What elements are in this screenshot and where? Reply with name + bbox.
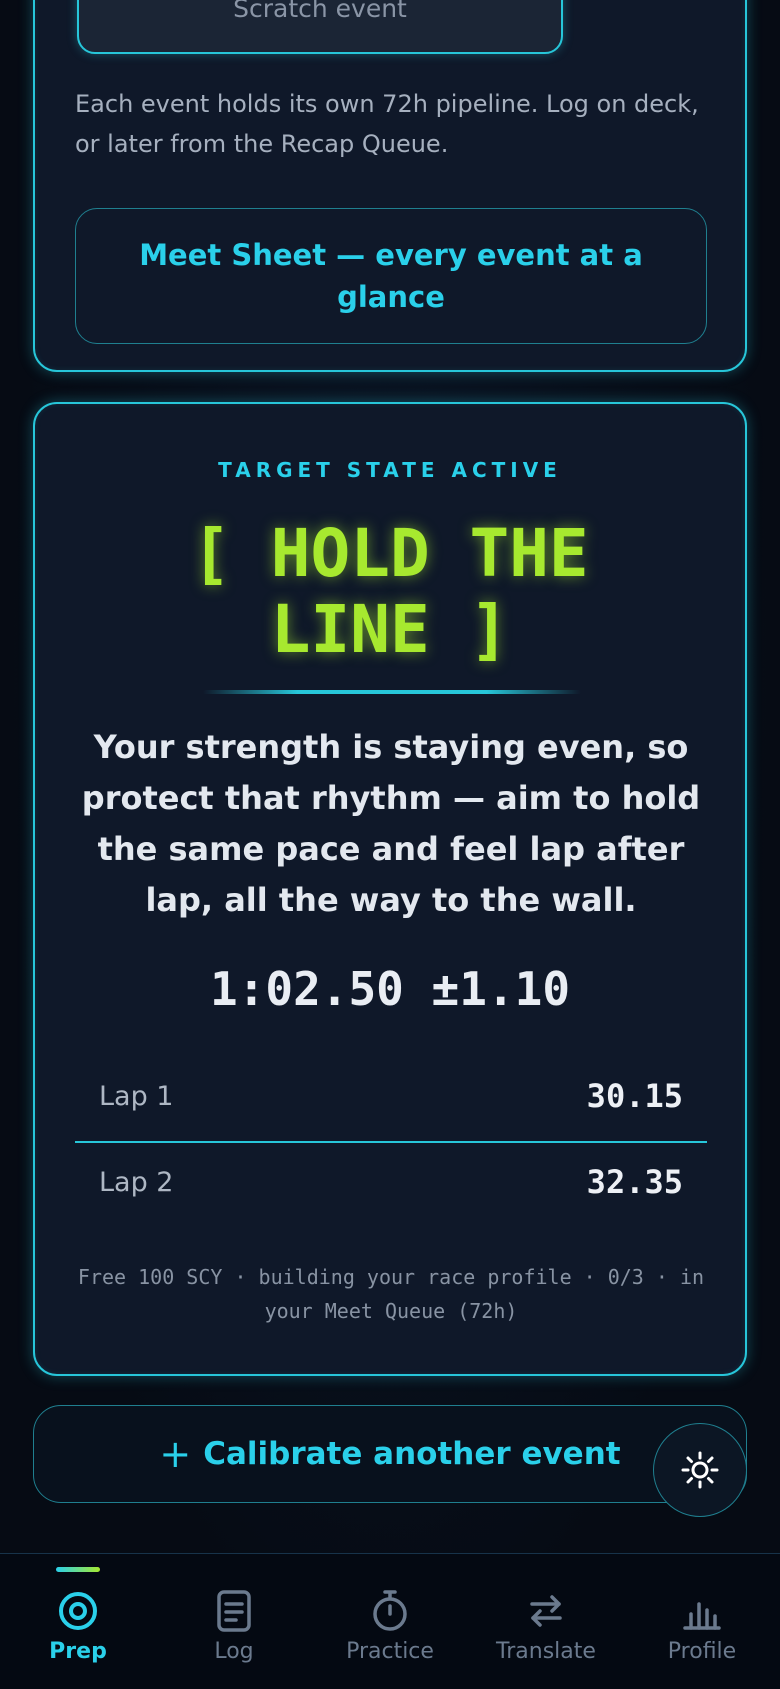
bar-chart-icon <box>683 1602 721 1630</box>
document-icon <box>217 1590 251 1632</box>
nav-item-translate[interactable]: Translate <box>468 1554 624 1689</box>
target-time: 1:02.50 ±1.10 <box>209 962 571 1016</box>
meet-sheet-label: Meet Sheet — every event at a glance <box>139 238 643 314</box>
nav-item-practice[interactable]: Practice <box>312 1554 468 1689</box>
nav-label: Translate <box>496 1639 596 1664</box>
nav-item-log[interactable]: Log <box>156 1554 312 1689</box>
lap-split: 30.15 <box>586 1077 683 1115</box>
bottom-nav: Prep Log Practice Translate Profile <box>0 1553 780 1689</box>
nav-item-profile[interactable]: Profile <box>624 1554 780 1689</box>
strategy-text: Your strength is staying even, so protec… <box>81 728 701 919</box>
nav-item-prep[interactable]: Prep <box>0 1554 156 1689</box>
lap-label: Lap 2 <box>99 1166 174 1198</box>
stopwatch-icon <box>373 1590 407 1631</box>
scratch-event-label: Scratch event <box>233 0 407 23</box>
pipeline-note: Each event holds its own 72h pipeline. L… <box>75 90 699 158</box>
lap-divider <box>75 1141 707 1143</box>
active-tab-indicator <box>56 1567 100 1572</box>
theme-toggle-button[interactable] <box>653 1423 747 1517</box>
headline-line-2: LINE ] <box>270 591 510 668</box>
event-card: Scratch event Each event holds its own 7… <box>33 0 747 372</box>
lap-label: Lap 1 <box>99 1080 174 1112</box>
plus-icon: + <box>159 1432 192 1476</box>
headline-divider <box>203 690 581 694</box>
lap-row: Lap 1 30.15 <box>75 1064 707 1128</box>
target-icon <box>59 1592 97 1630</box>
target-state-card: TARGET STATE ACTIVE [ HOLD THE LINE ] Yo… <box>33 402 747 1376</box>
nav-label: Log <box>214 1639 254 1664</box>
sun-icon <box>681 1451 719 1489</box>
swap-arrows-icon <box>530 1595 562 1627</box>
race-profile-note: Free 100 SCY · building your race profil… <box>77 1265 705 1323</box>
nav-label: Prep <box>49 1639 107 1664</box>
nav-label: Practice <box>346 1639 434 1664</box>
scratch-event-button[interactable]: Scratch event <box>77 0 563 54</box>
calibrate-label: Calibrate another event <box>203 1436 621 1472</box>
headline-line-1: [ HOLD THE <box>191 515 589 592</box>
meet-sheet-button[interactable]: Meet Sheet — every event at a glance <box>75 208 707 344</box>
calibrate-another-event-button[interactable]: + Calibrate another event <box>33 1405 747 1503</box>
lap-row: Lap 2 32.35 <box>75 1150 707 1214</box>
target-headline: [ HOLD THE LINE ] <box>35 516 745 668</box>
target-state-eyebrow: TARGET STATE ACTIVE <box>218 458 562 482</box>
nav-label: Profile <box>667 1639 737 1664</box>
lap-split: 32.35 <box>586 1163 683 1201</box>
